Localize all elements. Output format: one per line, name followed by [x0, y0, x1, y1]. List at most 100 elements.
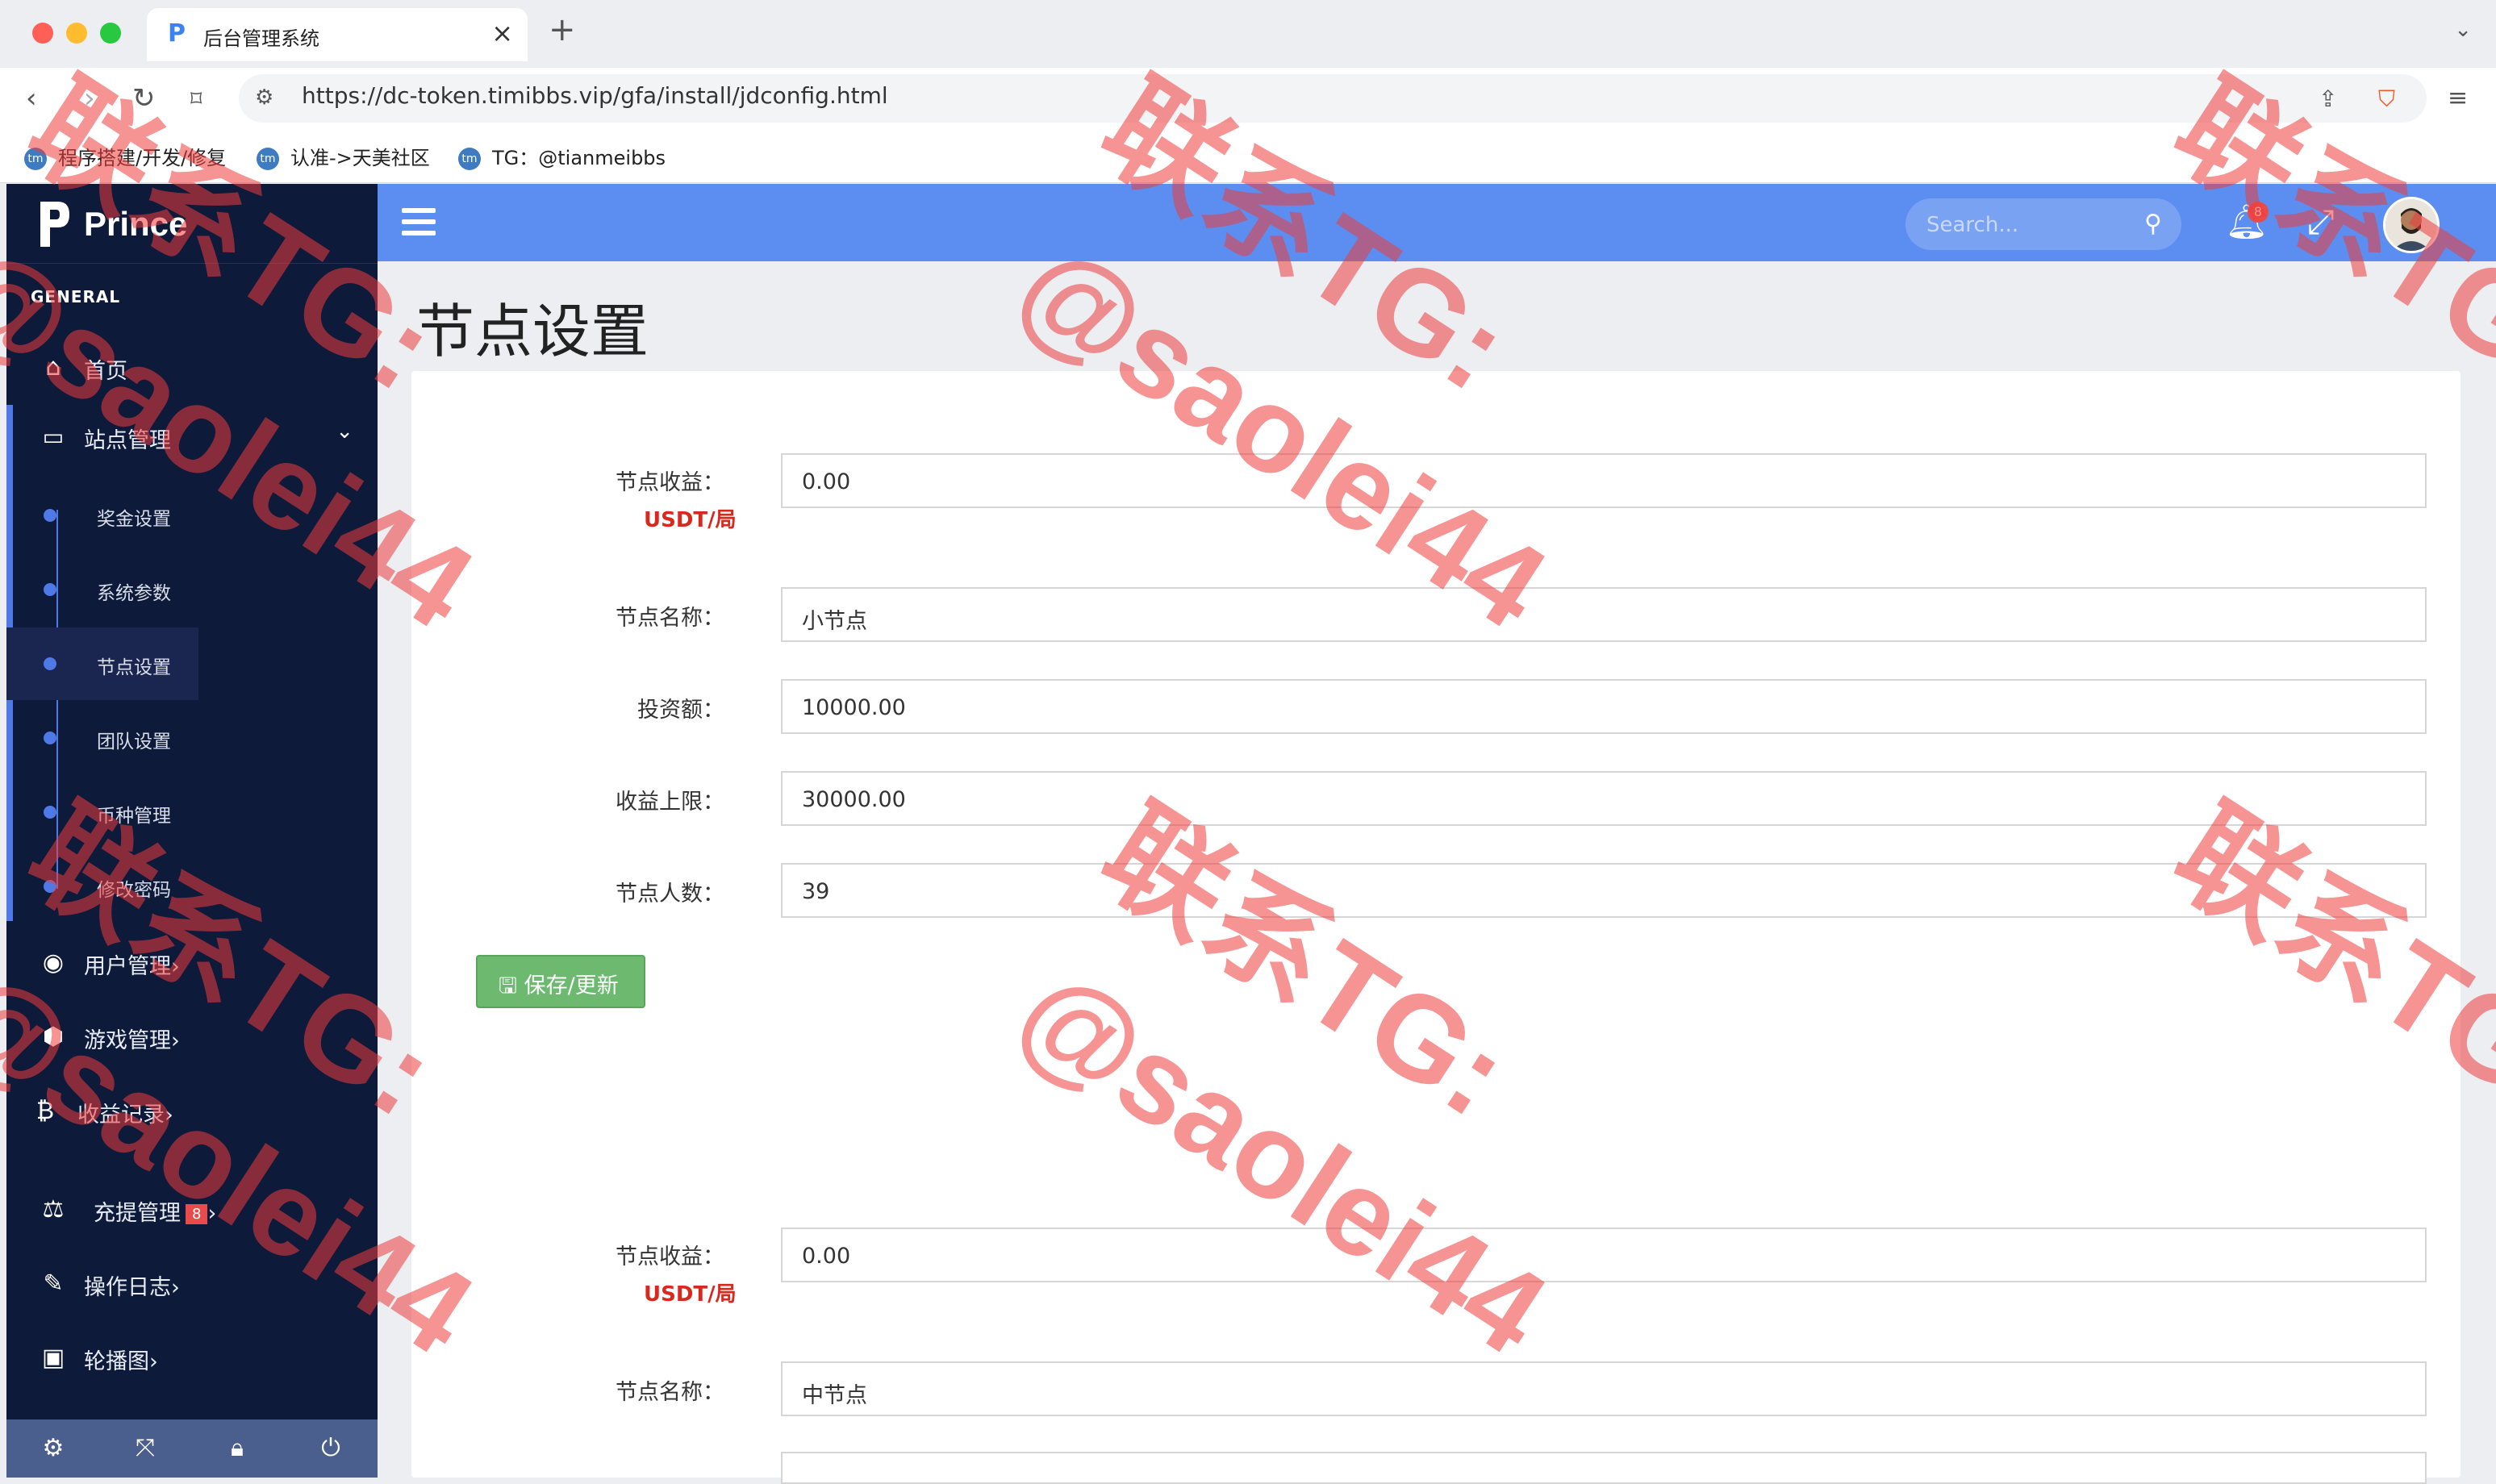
recharge-badge: 8 [186, 1204, 208, 1224]
submenu-dot [44, 880, 56, 893]
income-label: 节点收益： [616, 1244, 724, 1269]
sidebar-subitem-bonus[interactable]: 奖金设置 [6, 479, 378, 552]
image-icon: ▣ [41, 1344, 65, 1372]
power-icon[interactable]: ⏻ [316, 1434, 345, 1463]
bookmark-item[interactable]: tm 程序搭建/开发/修复 [24, 142, 226, 170]
tab-close-icon[interactable]: × [491, 18, 513, 48]
income-field[interactable]: 0.00 [781, 453, 2427, 508]
node-name-label: 节点名称： [616, 1380, 724, 1405]
sidebar-group-site: ▭ 站点管理 ⌄ 奖金设置 系统参数 节点设置 团队设置 币种管理 修改密码 [6, 405, 378, 921]
sidebar-item-label: 操作日志› [84, 1275, 180, 1300]
prince-logo-icon [40, 202, 69, 247]
income-unit: USDT/局 [644, 1282, 737, 1307]
sidebar-section-title: GENERAL [31, 287, 121, 306]
sidebar-item-label: 用户管理› [84, 954, 180, 979]
tab-list-chevron-icon[interactable]: ⌄ [2454, 18, 2472, 42]
sidebar-item-recharge[interactable]: ⚖ 充提管理 8 › [6, 1178, 378, 1242]
save-button[interactable]: 🖫︎ 保存/更新 [476, 955, 645, 1008]
menu-toggle-icon[interactable] [402, 208, 436, 236]
submenu-dot [44, 732, 56, 744]
avatar-image [2385, 199, 2437, 251]
sidebar-item-label: 充提管理 8 › [94, 1201, 217, 1226]
notification-badge: 8 [2248, 202, 2269, 223]
investment-field[interactable] [781, 1452, 2427, 1484]
bookmark-item[interactable]: tm TG：@tianmeibbs [458, 142, 666, 170]
chevron-down-icon: ⌄ [336, 419, 353, 444]
monitor-icon: ▭ [42, 423, 65, 450]
floppy-icon: 🖫︎ [499, 973, 518, 998]
investment-label: 投资额： [637, 698, 724, 723]
submenu-dot [44, 583, 56, 596]
bookmarks-bar: tm 程序搭建/开发/修复 tm 认准->天美社区 tm TG：@tianmeibbs [0, 129, 2496, 183]
window-zoom-button[interactable] [100, 23, 121, 44]
search-placeholder: Search... [1926, 213, 2019, 237]
sidebar-subitem-password[interactable]: 修改密码 [6, 850, 378, 923]
node-name-field[interactable]: 中节点 [781, 1361, 2427, 1416]
bookmark-icon[interactable]: ⌑ [190, 85, 202, 112]
brand-name: Prince [84, 205, 188, 243]
sidebar-subitem-team[interactable]: 团队设置 [6, 702, 378, 774]
node-name-field[interactable]: 小节点 [781, 587, 2427, 642]
sidebar-item-site-mgmt[interactable]: ▭ 站点管理 ⌄ [6, 405, 378, 469]
node-count-field[interactable]: 39 [781, 863, 2427, 918]
bookmark-favicon-icon: tm [458, 148, 481, 170]
income-field[interactable]: 0.00 [781, 1228, 2427, 1282]
share-icon[interactable]: ⇪ [2319, 85, 2337, 112]
url-text: https://dc-token.timibbs.vip/gfa/install… [302, 82, 888, 109]
browser-tab[interactable]: P 后台管理系统 × [147, 8, 528, 61]
sidebar-item-label: 轮播图› [84, 1349, 158, 1374]
page-title: 节点设置 [416, 298, 649, 365]
expand-icon[interactable]: ⤢ [2307, 202, 2335, 242]
income-limit-field[interactable]: 30000.00 [781, 771, 2427, 826]
sidebar-item-label: 收益记录› [77, 1103, 173, 1128]
bookmark-item[interactable]: tm 认准->天美社区 [257, 142, 430, 170]
balance-scale-icon: ⚖ [42, 1195, 65, 1223]
window-close-button[interactable] [32, 23, 53, 44]
sidebar-subitem-params[interactable]: 系统参数 [6, 553, 378, 626]
fullscreen-icon[interactable]: ⤧ [131, 1434, 160, 1463]
income-limit-label: 收益上限： [616, 790, 724, 815]
gear-icon[interactable]: ⚙ [39, 1434, 68, 1463]
site-favicon-icon: P [168, 19, 186, 48]
bookmark-favicon-icon: tm [257, 148, 279, 170]
browser-tab-bar: P 后台管理系统 × + ⌄ [0, 0, 2496, 68]
node-count-label: 节点人数： [616, 882, 724, 907]
brave-shield-icon[interactable]: ⛉ [2378, 85, 2395, 113]
sidebar-subitem-node[interactable]: 节点设置 [6, 627, 378, 700]
avatar[interactable] [2383, 197, 2440, 253]
sidebar-item-oplog[interactable]: ✎ 操作日志› [6, 1252, 378, 1316]
node-name-label: 节点名称： [616, 606, 724, 631]
sidebar-item-home[interactable]: ⌂ 首页 [6, 336, 378, 400]
forward-icon[interactable]: › [84, 82, 95, 115]
search-icon[interactable]: ⚲ [2144, 210, 2162, 238]
sidebar-item-income[interactable]: ₿ 收益记录› [6, 1079, 378, 1144]
sidebar-item-carousel[interactable]: ▣ 轮播图› [6, 1326, 378, 1390]
income-label: 节点收益： [616, 470, 724, 495]
sidebar-item-label: 首页 [84, 359, 127, 384]
top-header: Search... ⚲ 🔔︎ 8 ⤢ [378, 184, 2496, 261]
home-icon: ⌂ [45, 353, 61, 381]
investment-field[interactable]: 10000.00 [781, 679, 2427, 734]
sidebar-item-label: 游戏管理› [84, 1028, 180, 1053]
edit-icon: ✎ [43, 1269, 64, 1298]
back-icon[interactable]: ‹ [26, 82, 37, 115]
site-settings-icon[interactable]: ⚙ [255, 85, 273, 110]
lock-icon[interactable]: 🔒︎ [223, 1434, 252, 1463]
menu-icon[interactable]: ≡ [2448, 84, 2468, 112]
user-circle-icon: ◉ [42, 948, 65, 977]
sidebar-divider [6, 263, 378, 264]
bitcoin-icon: ₿ [35, 1097, 55, 1125]
submenu-dot [44, 657, 56, 670]
sidebar-subitem-currency[interactable]: 币种管理 [6, 776, 378, 848]
reload-icon[interactable]: ↻ [132, 82, 156, 115]
income-unit: USDT/局 [644, 508, 737, 532]
tab-title: 后台管理系统 [203, 27, 319, 50]
sidebar-footer: ⚙ ⤧ 🔒︎ ⏻ [6, 1419, 378, 1478]
sidebar-item-games[interactable]: ⬢ 游戏管理› [6, 1005, 378, 1069]
sidebar-item-users[interactable]: ◉ 用户管理› [6, 931, 378, 995]
search-input[interactable]: Search... ⚲ [1905, 198, 2181, 250]
settings-card [411, 371, 2461, 1478]
submenu-dot [44, 806, 56, 819]
new-tab-button[interactable]: + [549, 11, 576, 48]
window-minimize-button[interactable] [66, 23, 87, 44]
